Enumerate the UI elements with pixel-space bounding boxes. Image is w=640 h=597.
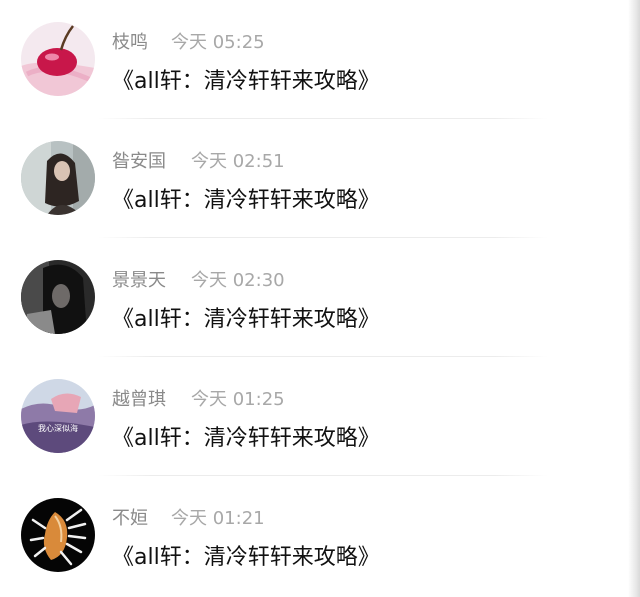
shell-icon — [21, 498, 95, 572]
sender-name: 枝鸣 — [112, 32, 148, 53]
message-title[interactable]: 《all轩：清冷轩轩来攻略》 — [112, 63, 380, 95]
message-title[interactable]: 《all轩：清冷轩轩来攻略》 — [112, 420, 380, 452]
sender-name: 越曾琪 — [112, 389, 166, 410]
sender-name: 景景天 — [112, 270, 166, 291]
avatar[interactable] — [21, 22, 95, 96]
message-list: 枝鸣 今天 05:25 《all轩：清冷轩轩来攻略》 昝安国 今天 02:51 … — [0, 0, 640, 597]
list-item[interactable]: 枝鸣 今天 05:25 《all轩：清冷轩轩来攻略》 — [0, 0, 640, 119]
timestamp: 今天 01:25 — [191, 389, 285, 410]
list-item[interactable]: 昝安国 今天 02:51 《all轩：清冷轩轩来攻略》 — [0, 119, 640, 238]
sender-name: 不姮 — [112, 508, 148, 529]
message-title[interactable]: 《all轩：清冷轩轩来攻略》 — [112, 539, 380, 571]
sea-poster-icon: 我心深似海 — [21, 379, 95, 453]
timestamp: 今天 05:25 — [171, 32, 265, 53]
sender-name: 昝安国 — [112, 151, 166, 172]
timestamp: 今天 01:21 — [171, 508, 265, 529]
list-item[interactable]: 不姮 今天 01:21 《all轩：清冷轩轩来攻略》 — [0, 476, 640, 595]
avatar[interactable] — [21, 498, 95, 572]
avatar[interactable]: 我心深似海 — [21, 379, 95, 453]
scrollbar-track — [628, 0, 640, 597]
timestamp: 今天 02:30 — [191, 270, 285, 291]
list-item[interactable]: 景景天 今天 02:30 《all轩：清冷轩轩来攻略》 — [0, 238, 640, 357]
cherry-icon — [21, 22, 95, 96]
list-item[interactable]: 我心深似海 越曾琪 今天 01:25 《all轩：清冷轩轩来攻略》 — [0, 357, 640, 476]
avatar[interactable] — [21, 141, 95, 215]
message-title[interactable]: 《all轩：清冷轩轩来攻略》 — [112, 182, 380, 214]
message-title[interactable]: 《all轩：清冷轩轩来攻略》 — [112, 301, 380, 333]
timestamp: 今天 02:51 — [191, 151, 285, 172]
avatar[interactable] — [21, 260, 95, 334]
avatar-caption: 我心深似海 — [38, 423, 78, 433]
girl-photo-icon — [21, 141, 95, 215]
dark-portrait-icon — [21, 260, 95, 334]
